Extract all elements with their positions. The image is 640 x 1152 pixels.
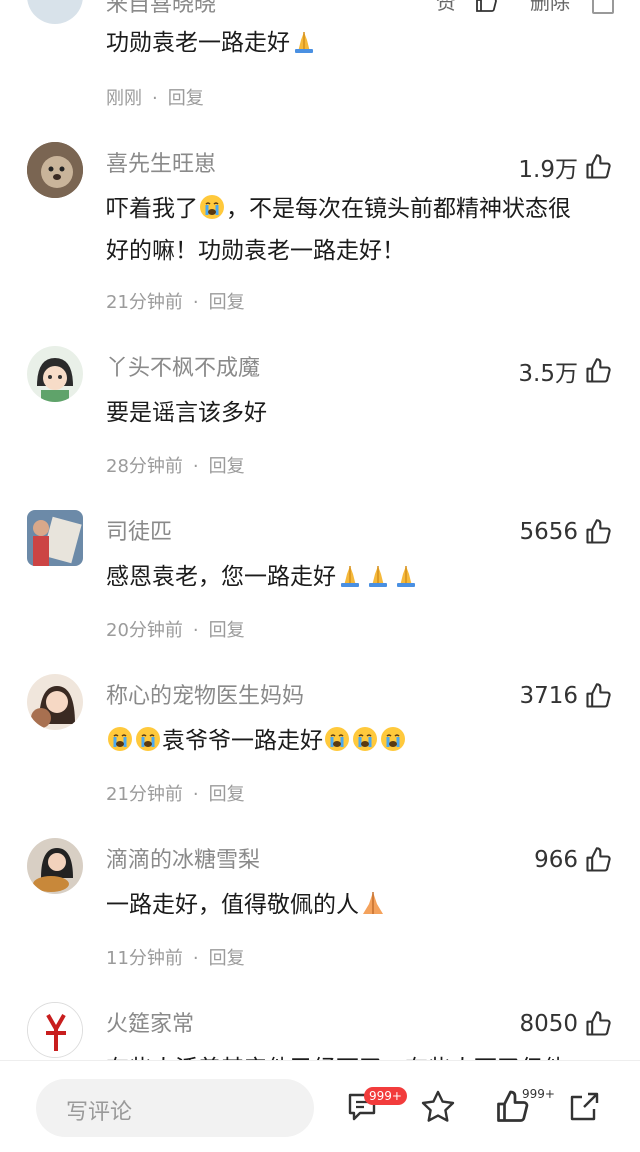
like-button[interactable]: 3.5万 <box>518 354 612 388</box>
pray-emoji-icon <box>365 560 391 587</box>
like-count: 8050 <box>519 1011 578 1037</box>
comment-count-badge: 999+ <box>364 1087 407 1105</box>
username[interactable]: 称心的宠物医生妈妈 <box>106 678 304 710</box>
delete-label[interactable]: 删除 <box>530 0 570 15</box>
like-button[interactable]: 3716 <box>519 682 612 710</box>
crying-emoji-icon <box>380 724 406 751</box>
comment-text: 感恩袁老，您一路走好 <box>106 556 624 598</box>
like-button[interactable]: 966 <box>534 846 612 874</box>
like-count-badge: 999+ <box>522 1087 555 1101</box>
avatar[interactable] <box>27 674 83 730</box>
comment-text: 功勋袁老一路走好 <box>106 22 624 64</box>
like-count: 5656 <box>519 519 578 545</box>
crying-emoji-icon <box>352 724 378 751</box>
like-article-button[interactable]: 999+ <box>494 1087 555 1125</box>
crying-emoji-icon <box>324 724 350 751</box>
username[interactable]: 滴滴的冰糖雪梨 <box>106 842 260 874</box>
username[interactable]: 喜先生旺崽 <box>106 146 216 178</box>
reply-link[interactable]: 回复 <box>209 784 245 805</box>
avatar[interactable] <box>27 346 83 402</box>
bottom-action-bar: 写评论 999+ 999+ <box>0 1060 640 1152</box>
thumbs-up-icon <box>586 358 611 383</box>
comments-page: 来自喜晓晓 赞 删除 功勋袁老一路走好 刚刚 · 回复 喜先生旺崽 1.9万 吓着我… <box>0 0 640 1152</box>
reply-link[interactable]: 回复 <box>168 88 204 109</box>
comment-meta: 刚刚 · 回复 <box>106 88 204 109</box>
thumbs-up-icon[interactable] <box>474 0 498 14</box>
comment-input[interactable]: 写评论 <box>36 1079 314 1137</box>
like-button[interactable]: 1.9万 <box>518 150 612 184</box>
like-label[interactable]: 赞 <box>436 0 456 15</box>
username[interactable]: 火筵家常 <box>106 1006 194 1038</box>
comment-meta: 21分钟前 · 回复 <box>106 784 245 805</box>
comment-text: 要是谣言该多好 <box>106 400 267 426</box>
like-count: 3716 <box>519 683 578 709</box>
thumbs-up-icon <box>586 154 611 179</box>
comment-meta: 20分钟前 · 回复 <box>106 620 245 641</box>
comment-text: 吓着我了 ，不是每次在镜头前都精神状态很 好的嘛！功勋袁老一路走好！ <box>106 188 624 272</box>
comment-input-placeholder: 写评论 <box>66 1100 133 1125</box>
username[interactable]: 司徒匹 <box>106 514 172 546</box>
username[interactable]: 丫头不枫不成魔 <box>106 350 260 382</box>
like-button[interactable]: 8050 <box>519 1010 612 1038</box>
avatar[interactable] <box>27 510 83 566</box>
avatar[interactable] <box>27 838 83 894</box>
reply-link[interactable]: 回复 <box>209 948 245 969</box>
avatar[interactable] <box>27 1002 83 1058</box>
pray-emoji-icon <box>337 560 363 587</box>
like-count: 966 <box>534 847 578 873</box>
comment-meta: 21分钟前 · 回复 <box>106 292 245 313</box>
username[interactable]: 来自喜晓晓 <box>106 0 216 18</box>
trash-icon[interactable] <box>592 0 614 14</box>
like-button[interactable]: 5656 <box>519 518 612 546</box>
crying-emoji-icon <box>107 724 133 751</box>
avatar[interactable] <box>27 0 83 24</box>
comment-meta: 11分钟前 · 回复 <box>106 948 245 969</box>
crying-emoji-icon <box>199 192 225 219</box>
like-count: 1.9万 <box>518 157 578 183</box>
pray-emoji-icon <box>393 560 419 587</box>
partial-top-row: 来自喜晓晓 赞 删除 <box>0 0 640 24</box>
like-count: 3.5万 <box>518 361 578 387</box>
avatar[interactable] <box>27 142 83 198</box>
reply-link[interactable]: 回复 <box>209 456 245 477</box>
thumbs-up-icon <box>586 683 611 708</box>
comment-meta: 28分钟前 · 回复 <box>106 456 245 477</box>
share-icon <box>570 1092 599 1121</box>
comment-text: 一路走好，值得敬佩的人 <box>106 884 624 926</box>
reply-link[interactable]: 回复 <box>209 620 245 641</box>
thumbs-up-icon <box>586 1011 611 1036</box>
comment-text: 袁爷爷一路走好 <box>106 720 624 762</box>
favorite-button[interactable] <box>420 1089 456 1125</box>
thumbs-up-icon <box>586 519 611 544</box>
star-icon <box>421 1090 455 1122</box>
crying-emoji-icon <box>135 724 161 751</box>
comment-button[interactable]: 999+ <box>346 1087 407 1125</box>
reply-link[interactable]: 回复 <box>209 292 245 313</box>
thumbs-up-icon <box>586 847 611 872</box>
pray-emoji-icon <box>291 26 317 53</box>
pray-hands-emoji-icon <box>360 888 386 914</box>
share-button[interactable] <box>566 1089 602 1125</box>
